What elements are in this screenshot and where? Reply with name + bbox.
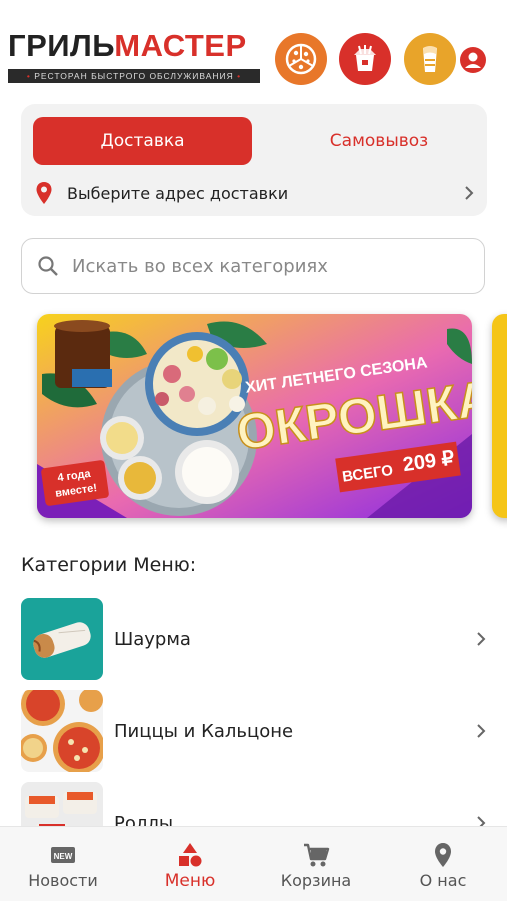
categories-title: Категории Меню: xyxy=(21,554,197,576)
category-label-pizza: Пиццы и Кальцоне xyxy=(114,720,294,742)
news-badge-icon: NEW xyxy=(51,847,75,863)
delivery-address-selector[interactable]: Выберите адрес доставки xyxy=(35,178,475,208)
pizza-icon xyxy=(285,43,317,75)
chevron-right-icon xyxy=(477,632,486,646)
menu-shapes-icon xyxy=(179,843,202,867)
tab-news[interactable]: NEW Новости xyxy=(0,827,126,901)
okroshka-promo-image: 4 года вместе! ХИТ ЛЕТНЕГО СЕЗОНА ОКРОШК… xyxy=(37,314,472,518)
delivery-mode-card: Доставка Самовывоз Выберите адрес достав… xyxy=(21,104,487,216)
tab-about-label: О нас xyxy=(419,871,467,890)
delivery-address-label: Выберите адрес доставки xyxy=(67,183,289,203)
promo-banner-next[interactable] xyxy=(492,314,507,518)
location-pin-icon xyxy=(435,843,451,867)
tab-menu[interactable]: Меню xyxy=(127,827,253,901)
logo-tagline: РЕСТОРАН БЫСТРОГО ОБСЛУЖИВАНИЯ xyxy=(34,71,234,81)
news-badge-text: NEW xyxy=(54,852,73,861)
shawarma-shortcut-button[interactable] xyxy=(404,33,456,85)
pizza-shortcut-button[interactable] xyxy=(275,33,327,85)
chevron-right-icon xyxy=(465,186,474,200)
search-icon xyxy=(38,256,58,276)
tab-cart-label: Корзина xyxy=(280,871,352,890)
search-bar xyxy=(21,238,485,294)
logo-tagline-bar: • РЕСТОРАН БЫСТРОГО ОБСЛУЖИВАНИЯ • xyxy=(8,69,260,83)
noodle-box-icon xyxy=(354,45,376,71)
grill-master-logo[interactable]: ГРИЛЬМАСТЕР • РЕСТОРАН БЫСТРОГО ОБСЛУЖИВ… xyxy=(8,30,260,84)
category-row-shawarma[interactable]: Шаурма xyxy=(21,598,487,680)
tab-about[interactable]: О нас xyxy=(380,827,506,901)
map-pin-icon xyxy=(36,182,52,204)
pickup-tab[interactable]: Самовывоз xyxy=(274,117,484,165)
cart-icon xyxy=(304,843,330,867)
delivery-tab[interactable]: Доставка xyxy=(33,117,252,165)
category-row-pizza[interactable]: Пиццы и Кальцоне xyxy=(21,690,487,772)
noodle-box-shortcut-button[interactable] xyxy=(339,33,391,85)
search-input[interactable] xyxy=(70,254,484,278)
promo-banner-okroshka[interactable]: 4 года вместе! ХИТ ЛЕТНЕГО СЕЗОНА ОКРОШК… xyxy=(37,314,472,518)
logo-part2: МАСТЕР xyxy=(114,28,247,63)
bottom-tab-bar: NEW Новости Меню Корзина О нас xyxy=(0,826,507,901)
category-label-shawarma: Шаурма xyxy=(114,628,191,650)
pizza-category-image xyxy=(21,690,103,772)
chevron-right-icon xyxy=(477,724,486,738)
shawarma-category-image xyxy=(21,598,103,680)
tab-cart[interactable]: Корзина xyxy=(253,827,379,901)
tab-menu-label: Меню xyxy=(164,871,216,891)
profile-icon[interactable] xyxy=(459,46,487,74)
app-header: ГРИЛЬМАСТЕР • РЕСТОРАН БЫСТРОГО ОБСЛУЖИВ… xyxy=(0,0,507,100)
logo-wordmark: ГРИЛЬМАСТЕР xyxy=(8,30,260,62)
logo-part1: ГРИЛЬ xyxy=(8,28,115,63)
tab-news-label: Новости xyxy=(28,871,98,890)
shawarma-icon xyxy=(423,46,437,72)
